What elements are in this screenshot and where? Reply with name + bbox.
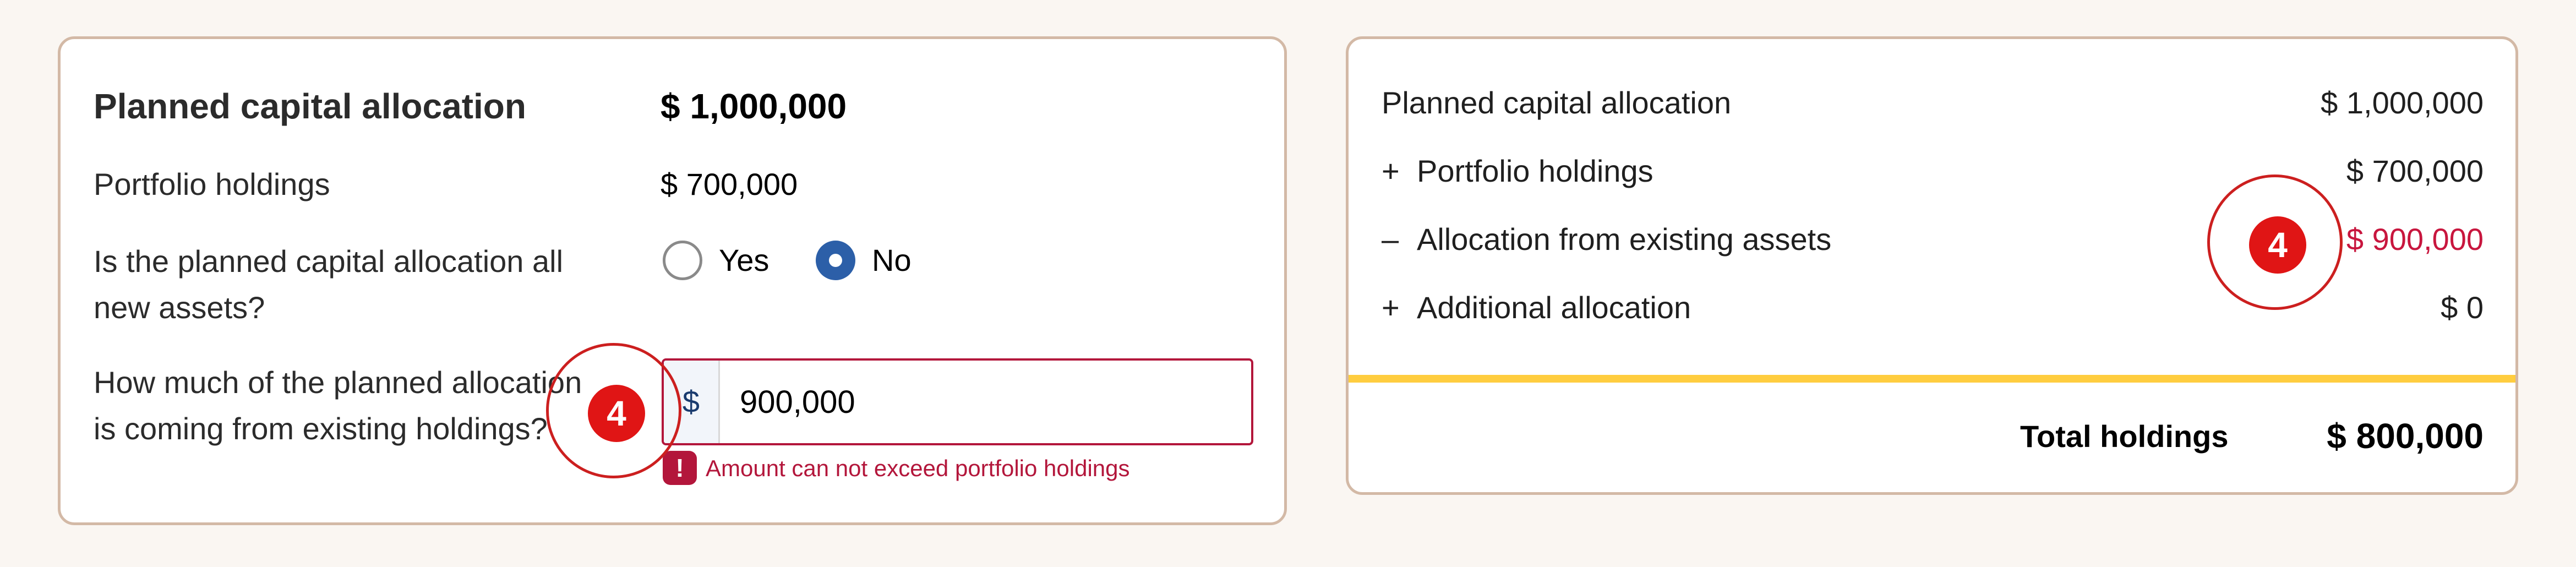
radio-no-label[interactable]: No xyxy=(872,237,912,284)
summary-row-label: – Allocation from existing assets xyxy=(1382,216,1831,263)
summary-row-value: $ 1,000,000 xyxy=(2321,85,2484,120)
summary-card: Planned capital allocation $ 1,000,000 +… xyxy=(1346,36,2518,495)
form-title: Planned capital allocation xyxy=(94,86,526,126)
existing-holdings-amount-field[interactable]: $ xyxy=(662,358,1253,445)
portfolio-holdings-value: $ 700,000 xyxy=(661,167,798,201)
step-marker-left: 4 xyxy=(546,343,681,478)
total-divider xyxy=(1349,375,2515,383)
total-holdings-value: $ 800,000 xyxy=(2327,416,2484,456)
summary-row-value: $ 0 xyxy=(2441,290,2484,325)
allocation-form-card: Planned capital allocation $ 1,000,000 P… xyxy=(58,36,1287,525)
radio-yes-label[interactable]: Yes xyxy=(719,237,769,284)
summary-row-label: Planned capital allocation xyxy=(1382,85,1732,120)
minus-sign: – xyxy=(1382,222,1399,257)
summary-row-value: $ 700,000 xyxy=(2346,154,2484,188)
step-marker-number: 4 xyxy=(2249,216,2306,274)
step-marker-number: 4 xyxy=(588,385,645,442)
all-new-assets-question: Is the planned capital allocation all ne… xyxy=(94,244,564,325)
summary-row-value-error: $ 900,000 xyxy=(2346,222,2484,257)
error-message: Amount can not exceed portfolio holdings xyxy=(706,455,1130,481)
radio-no[interactable] xyxy=(816,241,855,280)
plus-sign: + xyxy=(1382,290,1400,325)
existing-holdings-question: How much of the planned allocation is co… xyxy=(94,365,582,446)
portfolio-holdings-label: Portfolio holdings xyxy=(94,167,330,201)
summary-row-label: + Portfolio holdings xyxy=(1382,148,1653,194)
step-marker-right: 4 xyxy=(2207,175,2343,310)
error-alert-icon: ! xyxy=(663,451,697,485)
planned-allocation-value: $ 1,000,000 xyxy=(661,86,847,126)
summary-row-label: + Additional allocation xyxy=(1382,285,1691,331)
existing-holdings-amount-input[interactable] xyxy=(720,361,1251,443)
radio-yes[interactable] xyxy=(663,241,702,280)
total-holdings-label: Total holdings xyxy=(2020,419,2229,454)
plus-sign: + xyxy=(1382,154,1400,188)
